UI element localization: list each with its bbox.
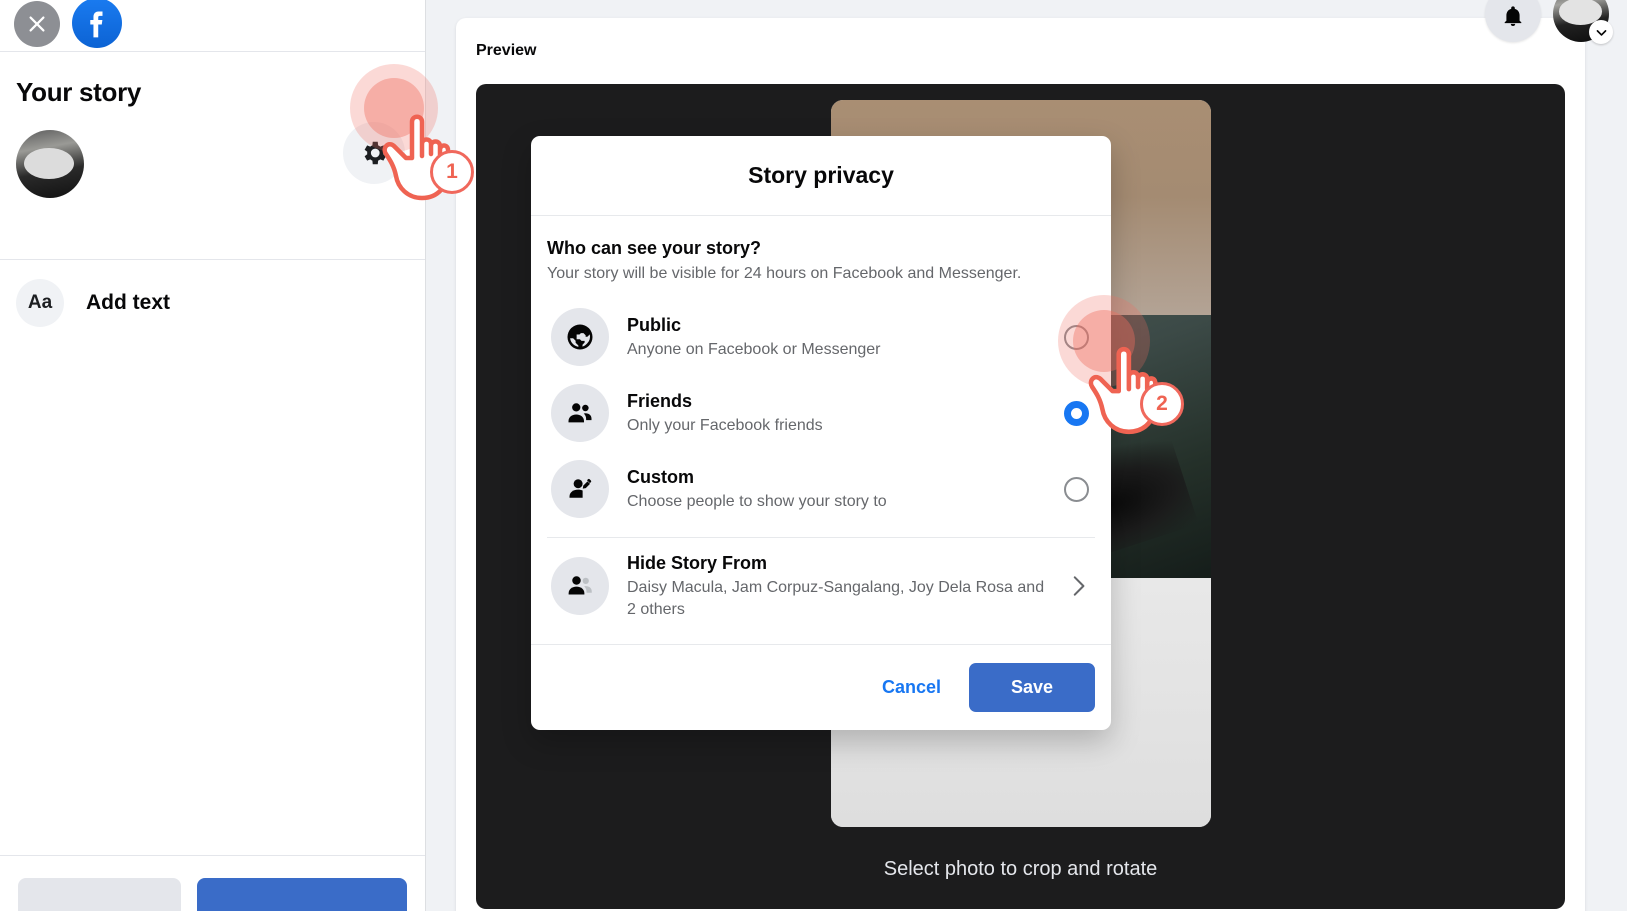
story-editor-sidebar: Your story Aa Add text xyxy=(0,0,426,911)
story-header: Your story xyxy=(0,52,425,260)
sidebar-footer xyxy=(0,855,425,911)
dialog-body: Who can see your story? Your story will … xyxy=(531,216,1111,630)
globe-icon xyxy=(551,308,609,366)
privacy-question: Who can see your story? xyxy=(547,238,762,258)
custom-person-edit-icon xyxy=(551,460,609,518)
dialog-footer: Cancel Save xyxy=(531,644,1111,730)
option-label: Friends xyxy=(627,391,693,411)
public-radio[interactable] xyxy=(1064,324,1089,350)
cancel-button[interactable]: Cancel xyxy=(864,665,959,710)
story-privacy-dialog: Story privacy Who can see your story? Yo… xyxy=(531,136,1111,730)
person-hidden-icon xyxy=(551,557,609,615)
dialog-title: Story privacy xyxy=(748,162,894,188)
option-friends-text: Friends Only your Facebook friends xyxy=(627,389,1046,437)
option-desc: Only your Facebook friends xyxy=(627,417,823,434)
option-desc: Choose people to show your story to xyxy=(627,493,887,510)
gear-icon[interactable] xyxy=(343,122,405,184)
chevron-down-icon[interactable] xyxy=(1589,20,1613,44)
account-avatar[interactable] xyxy=(1553,0,1613,44)
discard-button[interactable] xyxy=(18,878,181,911)
hide-story-from-row[interactable]: Hide Story From Daisy Macula, Jam Corpuz… xyxy=(547,542,1095,630)
text-icon: Aa xyxy=(16,279,64,327)
option-label: Hide Story From xyxy=(627,553,768,573)
options-divider xyxy=(547,537,1095,538)
page-title: Your story xyxy=(16,77,142,107)
chevron-right-icon[interactable] xyxy=(1065,573,1091,599)
hide-story-from-text: Hide Story From Daisy Macula, Jam Corpuz… xyxy=(627,551,1047,621)
stage-caption: Select photo to crop and rotate xyxy=(883,858,1158,880)
option-public-text: Public Anyone on Facebook or Messenger xyxy=(627,313,1046,361)
sidebar-toolbar xyxy=(0,0,425,52)
option-custom[interactable]: Custom Choose people to show your story … xyxy=(547,451,1095,527)
dialog-header: Story privacy xyxy=(531,136,1111,216)
preview-label: Preview xyxy=(476,42,537,59)
top-bar-icons xyxy=(1485,0,1613,44)
save-button[interactable]: Save xyxy=(969,663,1095,712)
privacy-options-list: Public Anyone on Facebook or Messenger F… xyxy=(547,299,1095,630)
close-icon[interactable] xyxy=(14,0,60,47)
option-desc: Anyone on Facebook or Messenger xyxy=(627,341,881,358)
add-text-button[interactable]: Aa Add text xyxy=(0,260,425,346)
option-friends[interactable]: Friends Only your Facebook friends xyxy=(547,375,1095,451)
add-text-label: Add text xyxy=(86,291,170,314)
bell-icon[interactable] xyxy=(1485,0,1541,42)
option-desc: Daisy Macula, Jam Corpuz-Sangalang, Joy … xyxy=(627,579,1045,618)
option-label: Custom xyxy=(627,467,694,487)
privacy-subtitle: Your story will be visible for 24 hours … xyxy=(547,265,1022,282)
option-custom-text: Custom Choose people to show your story … xyxy=(627,465,1046,513)
facebook-logo-icon[interactable] xyxy=(72,0,122,48)
option-public[interactable]: Public Anyone on Facebook or Messenger xyxy=(547,299,1095,375)
share-to-story-button[interactable] xyxy=(196,878,407,911)
friends-radio[interactable] xyxy=(1064,400,1089,426)
app-root: Your story Aa Add text Preview Select ph… xyxy=(0,0,1627,911)
option-label: Public xyxy=(627,315,682,335)
avatar xyxy=(16,130,84,198)
custom-radio[interactable] xyxy=(1064,476,1089,502)
friends-icon xyxy=(551,384,609,442)
